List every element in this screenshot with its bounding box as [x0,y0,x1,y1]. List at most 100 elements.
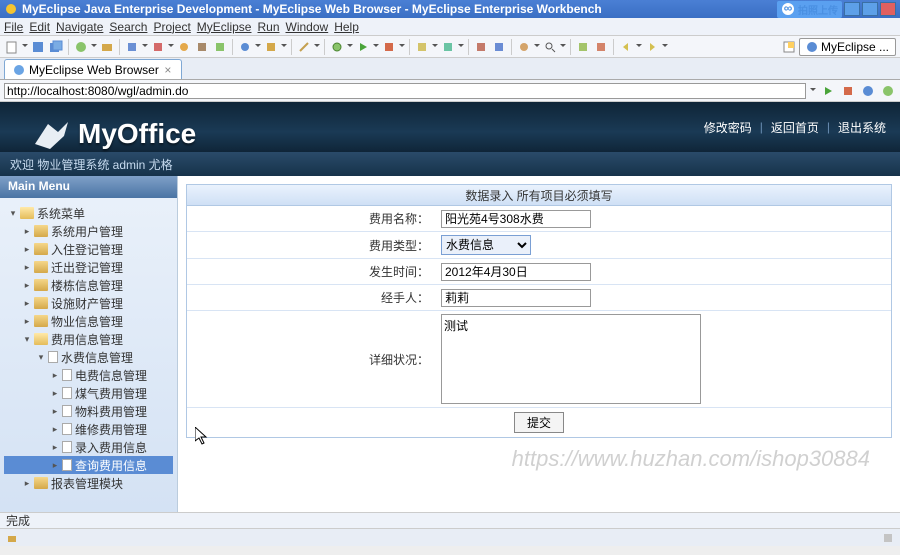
tool-b-icon[interactable] [99,39,115,55]
tool-c-dropdown[interactable] [142,39,148,55]
tool-c-icon[interactable] [124,39,140,55]
tool-p-icon[interactable] [593,39,609,55]
menu-window[interactable]: Window [286,20,329,34]
new-icon[interactable] [4,39,20,55]
go-button[interactable] [820,83,836,99]
ext-tools-icon[interactable] [381,39,397,55]
menu-run[interactable]: Run [257,20,279,34]
tool-e-icon[interactable] [176,39,192,55]
tree-fee-gas[interactable]: ▸煤气费用管理 [4,384,173,402]
window-title: MyEclipse Java Enterprise Development - … [22,2,602,16]
select-fee-type[interactable]: 水费信息 [441,235,531,255]
tool-k-dropdown[interactable] [458,39,464,55]
forward-icon[interactable] [644,39,660,55]
tree-fee[interactable]: ▾费用信息管理 [4,330,173,348]
tool-n-dropdown[interactable] [534,39,540,55]
url-tool-c[interactable] [880,83,896,99]
tree-report[interactable]: ▸报表管理模块 [4,474,173,492]
run-dropdown[interactable] [373,39,379,55]
sidebar: Main Menu ▾系统菜单 ▸系统用户管理 ▸入住登记管理 ▸迁出登记管理 … [0,176,178,512]
input-date[interactable] [441,263,591,281]
back-dropdown[interactable] [636,39,642,55]
tree-fee-elec[interactable]: ▸电费信息管理 [4,366,173,384]
input-handler[interactable] [441,289,591,307]
menu-myeclipse[interactable]: MyEclipse [197,20,252,34]
tool-k-icon[interactable] [440,39,456,55]
menu-project[interactable]: Project [153,20,190,34]
tree-checkin[interactable]: ▸入住登记管理 [4,240,173,258]
tree-building[interactable]: ▸楼栋信息管理 [4,276,173,294]
bottom-tool-b[interactable] [880,530,896,546]
cloud-upload-widget[interactable]: ∞ 拍照上传 [777,1,842,18]
wand-icon[interactable] [296,39,312,55]
perspective-label: MyEclipse ... [821,40,889,54]
tree-facility[interactable]: ▸设施财产管理 [4,294,173,312]
url-input[interactable] [4,83,806,99]
ext-tools-dropdown[interactable] [399,39,405,55]
save-icon[interactable] [30,39,46,55]
svg-text:∞: ∞ [784,2,793,15]
tool-a-dropdown[interactable] [91,39,97,55]
tool-i-dropdown[interactable] [281,39,287,55]
browser-tab[interactable]: MyEclipse Web Browser × [4,59,182,79]
tree-root[interactable]: ▾系统菜单 [4,204,173,222]
tree-fee-query[interactable]: ▸查询费用信息 [4,456,173,474]
search-icon[interactable] [542,39,558,55]
tool-j-icon[interactable] [414,39,430,55]
textarea-detail[interactable]: 测试 [441,314,701,404]
tree-fee-material[interactable]: ▸物料费用管理 [4,402,173,420]
tool-i-icon[interactable] [263,39,279,55]
forward-dropdown[interactable] [662,39,668,55]
tree-checkout[interactable]: ▸迁出登记管理 [4,258,173,276]
wand-dropdown[interactable] [314,39,320,55]
menu-file[interactable]: File [4,20,23,34]
menu-edit[interactable]: Edit [29,20,50,34]
content-pane: 数据录入 所有项目必须填写 费用名称： 费用类型： 水费信息 发生时间： 经手人… [178,176,900,512]
run-icon[interactable] [355,39,371,55]
tree-fee-repair[interactable]: ▸维修费用管理 [4,420,173,438]
tool-d-icon[interactable] [150,39,166,55]
tool-o-icon[interactable] [575,39,591,55]
tool-j-dropdown[interactable] [432,39,438,55]
close-button[interactable] [880,2,896,16]
menu-navigate[interactable]: Navigate [56,20,103,34]
tool-h-dropdown[interactable] [255,39,261,55]
save-all-icon[interactable] [48,39,64,55]
perspective-switch-icon[interactable] [781,39,797,55]
tool-f-icon[interactable] [194,39,210,55]
url-tool-a[interactable] [840,83,856,99]
tool-g-icon[interactable] [212,39,228,55]
menu-search[interactable]: Search [109,20,147,34]
tree-fee-water[interactable]: ▾水费信息管理 [4,348,173,366]
tool-a-icon[interactable] [73,39,89,55]
globe-icon [13,64,25,76]
search-dropdown[interactable] [560,39,566,55]
debug-icon[interactable] [329,39,345,55]
tree-fee-entry[interactable]: ▸录入费用信息 [4,438,173,456]
url-tool-b[interactable] [860,83,876,99]
data-form: 费用名称： 费用类型： 水费信息 发生时间： 经手人： 详细状况： 测 [186,206,892,438]
tree-property[interactable]: ▸物业信息管理 [4,312,173,330]
tool-l-icon[interactable] [473,39,489,55]
link-home[interactable]: 返回首页 [771,119,819,136]
link-logout[interactable]: 退出系统 [838,119,886,136]
submit-button[interactable]: 提交 [514,412,564,433]
new-dropdown[interactable] [22,39,28,55]
perspective-button[interactable]: MyEclipse ... [799,38,896,56]
close-tab-icon[interactable]: × [163,65,173,75]
maximize-button[interactable] [862,2,878,16]
url-history-dropdown[interactable] [810,83,816,99]
back-icon[interactable] [618,39,634,55]
tool-d-dropdown[interactable] [168,39,174,55]
minimize-button[interactable] [844,2,860,16]
tool-h-icon[interactable] [237,39,253,55]
logo-text: MyOffice [78,118,196,150]
tool-m-icon[interactable] [491,39,507,55]
tree-sysuser[interactable]: ▸系统用户管理 [4,222,173,240]
bottom-tool-a[interactable] [4,530,20,546]
menu-help[interactable]: Help [334,20,359,34]
tool-n-icon[interactable] [516,39,532,55]
input-fee-name[interactable] [441,210,591,228]
link-change-password[interactable]: 修改密码 [704,119,752,136]
debug-dropdown[interactable] [347,39,353,55]
